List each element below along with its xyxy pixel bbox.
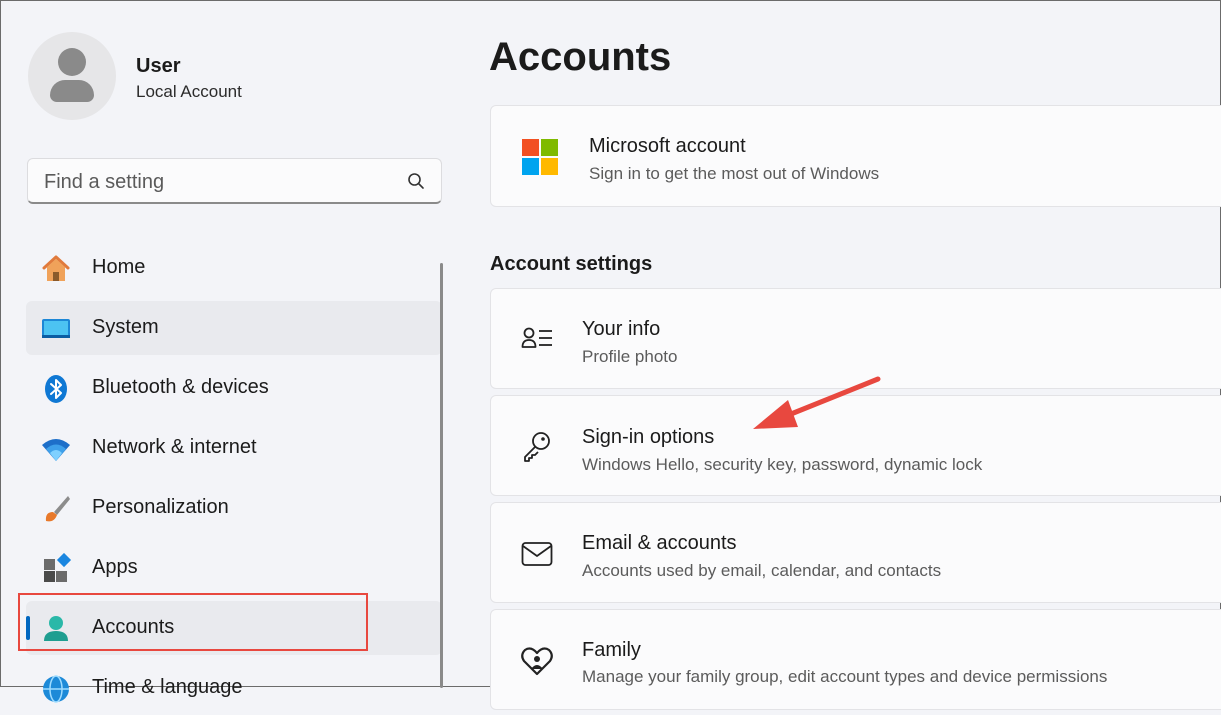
sidebar-item-label: System <box>92 316 159 338</box>
card-subtitle: Windows Hello, security key, password, d… <box>582 455 983 474</box>
annotation-highlight-box <box>18 593 368 651</box>
microsoft-account-subtitle: Sign in to get the most out of Windows <box>589 164 880 183</box>
sidebar-scrollbar[interactable] <box>440 263 443 688</box>
card-title: Your info <box>582 318 661 340</box>
bluetooth-icon <box>45 375 67 403</box>
mail-icon <box>521 542 553 566</box>
family-heart-icon <box>521 647 553 676</box>
search-box[interactable] <box>27 158 442 204</box>
sidebar-item-label: Apps <box>92 556 138 578</box>
sidebar-item-bluetooth[interactable]: Bluetooth & devices <box>26 361 442 415</box>
card-title: Sign-in options <box>582 426 715 448</box>
sidebar-item-label: Bluetooth & devices <box>92 376 269 398</box>
globe-icon <box>43 675 69 703</box>
user-account-type: Local Account <box>136 82 242 101</box>
card-subtitle: Manage your family group, edit account t… <box>582 667 1108 686</box>
wifi-icon <box>42 439 70 461</box>
search-input[interactable] <box>42 167 386 197</box>
avatar-head <box>58 48 86 76</box>
card-subtitle: Accounts used by email, calendar, and co… <box>582 561 942 580</box>
sidebar-item-time-language[interactable]: Time & language <box>26 661 442 715</box>
card-subtitle: Profile photo <box>582 347 678 366</box>
family-card[interactable]: Family Manage your family group, edit ac… <box>490 609 1221 710</box>
page-title: Accounts <box>489 35 672 79</box>
home-icon <box>42 255 70 281</box>
microsoft-account-title: Microsoft account <box>589 135 746 157</box>
sidebar-item-network[interactable]: Network & internet <box>26 421 442 475</box>
user-name: User <box>136 55 181 77</box>
microsoft-account-card[interactable]: Microsoft account Sign in to get the mos… <box>490 105 1221 207</box>
sidebar-item-personalization[interactable]: Personalization <box>26 481 442 535</box>
monitor-icon <box>42 319 70 338</box>
sign-in-options-card[interactable]: Sign-in options Windows Hello, security … <box>490 395 1221 496</box>
brush-icon <box>45 496 70 522</box>
your-info-card[interactable]: Your info Profile photo <box>490 288 1221 389</box>
sidebar-item-home[interactable]: Home <box>26 241 442 295</box>
sidebar-item-label: Time & language <box>92 676 243 698</box>
sidebar-item-label: Home <box>92 256 146 278</box>
user-avatar[interactable] <box>28 32 116 120</box>
sidebar-item-label: Network & internet <box>92 436 257 458</box>
email-accounts-card[interactable]: Email & accounts Accounts used by email,… <box>490 502 1221 603</box>
search-icon[interactable] <box>407 172 425 190</box>
microsoft-logo-icon <box>522 139 558 175</box>
card-title: Family <box>582 639 641 661</box>
card-title: Email & accounts <box>582 532 737 554</box>
apps-icon <box>44 553 72 582</box>
sidebar-item-system[interactable]: System <box>26 301 442 355</box>
key-icon <box>524 432 550 462</box>
sidebar-item-apps[interactable]: Apps <box>26 541 442 595</box>
section-title: Account settings <box>490 253 653 275</box>
profile-info-icon <box>521 327 552 348</box>
avatar-body <box>50 80 94 102</box>
sidebar-item-label: Personalization <box>92 496 229 518</box>
